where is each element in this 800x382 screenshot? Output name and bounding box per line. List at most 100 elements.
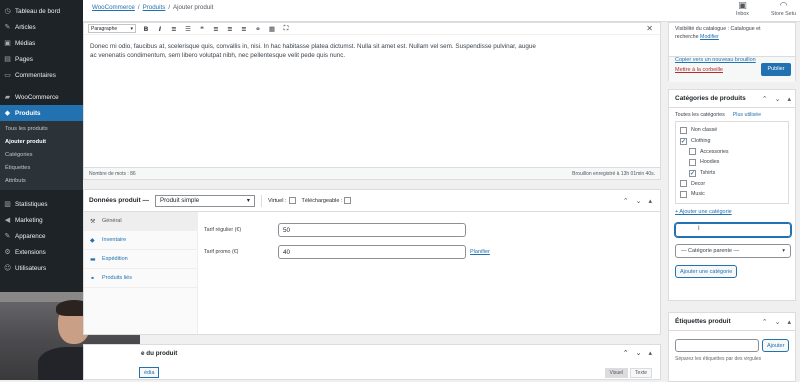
- submenu-item[interactable]: Étiquettes: [0, 162, 83, 175]
- modify-visibility-link[interactable]: Modifier: [700, 34, 719, 40]
- text-cursor-icon: I: [698, 226, 700, 232]
- collapse-icon[interactable]: ▴: [787, 318, 791, 326]
- new-category-input[interactable]: I: [675, 223, 791, 237]
- move-down-icon[interactable]: ⌄: [775, 95, 781, 103]
- wrench-icon: ⚒: [90, 217, 96, 225]
- editor-body[interactable]: Donec mi odio, faucibus at, scelerisque …: [84, 35, 544, 67]
- move-up-icon[interactable]: ⌃: [623, 349, 629, 357]
- sidebar-item-commentaires[interactable]: ▭ Commentaires: [0, 67, 83, 83]
- sidebar-item-extensions[interactable]: ⚙ Extensions: [0, 244, 83, 260]
- move-up-icon[interactable]: ⌃: [623, 197, 629, 205]
- tab-text[interactable]: Texte: [630, 368, 652, 378]
- category-item[interactable]: Hoodies: [680, 157, 784, 168]
- sidebar-item-label: Articles: [15, 23, 36, 31]
- category-checkbox[interactable]: ✓: [689, 169, 696, 177]
- sidebar-item-produits[interactable]: ◆ Produits: [0, 105, 83, 121]
- sidebar-item-woocommerce[interactable]: ▰ WooCommerce: [0, 89, 83, 105]
- tab-visual[interactable]: Visuel: [604, 368, 629, 378]
- italic-icon[interactable]: I: [156, 25, 164, 33]
- move-down-icon[interactable]: ⌄: [636, 197, 642, 205]
- expand-icon[interactable]: ✕: [646, 24, 653, 33]
- product-type-select[interactable]: Produit simple ▾: [154, 194, 255, 207]
- products-submenu: Tous les produits Ajouter produit Catégori…: [0, 121, 83, 190]
- virtual-checkbox[interactable]: [288, 197, 296, 204]
- inbox-icon: ▣: [738, 1, 747, 11]
- add-category-link[interactable]: + Ajouter une catégorie: [669, 204, 795, 215]
- product-type-value: Produit simple: [159, 197, 200, 204]
- sidebar-item-utilisateurs[interactable]: ☺ Utilisateurs: [0, 260, 83, 276]
- category-item[interactable]: ✓ Clothing: [680, 136, 784, 147]
- inbox-button[interactable]: ▣ Inbox: [736, 1, 749, 17]
- sidebar-item-statistiques[interactable]: ▥ Statistiques: [0, 196, 83, 212]
- toolbar-toggle-icon[interactable]: ▦: [268, 25, 276, 33]
- category-checkbox[interactable]: [680, 180, 687, 188]
- truck-icon: ▬: [90, 255, 96, 263]
- virtual-option[interactable]: Virtuel :: [268, 197, 296, 204]
- add-category-button[interactable]: Ajouter une catégorie: [675, 265, 738, 278]
- align-right-icon[interactable]: ≡: [240, 25, 248, 33]
- tags-input[interactable]: [675, 339, 759, 352]
- users-icon: ☺: [4, 263, 12, 272]
- fullscreen-icon[interactable]: ⛶: [282, 24, 290, 33]
- add-tag-button[interactable]: Ajouter: [762, 339, 790, 352]
- category-item[interactable]: Accessories: [680, 146, 784, 157]
- tab-truck[interactable]: ▬ Expédition: [84, 250, 197, 269]
- category-checkbox[interactable]: [689, 148, 696, 156]
- tab-link[interactable]: ⚭ Produits liés: [84, 269, 197, 288]
- link-icon[interactable]: ⚭: [254, 25, 262, 33]
- sidebar-item-m-dias[interactable]: ▣ Médias: [0, 35, 83, 51]
- tab-inventory[interactable]: ◆ Inventaire: [84, 231, 197, 250]
- publish-button[interactable]: Publier: [761, 63, 791, 76]
- breadcrumb-woocommerce[interactable]: WooCommerce: [92, 4, 135, 11]
- sidebar-item-pages[interactable]: ▤ Pages: [0, 51, 83, 67]
- bold-icon[interactable]: B: [142, 25, 150, 33]
- move-up-icon[interactable]: ⌃: [762, 95, 768, 103]
- quote-icon[interactable]: ❝: [198, 25, 206, 33]
- move-down-icon[interactable]: ⌄: [636, 349, 642, 357]
- category-label: Clothing: [691, 138, 711, 145]
- category-checkbox[interactable]: [680, 126, 687, 134]
- copy-draft-link[interactable]: Copier vers un nouveau brouillon: [675, 57, 756, 63]
- align-center-icon[interactable]: ≡: [226, 25, 234, 33]
- sidebar-item-marketing[interactable]: ◀ Marketing: [0, 212, 83, 228]
- tab-most-used[interactable]: Plus utilisée: [733, 112, 761, 118]
- downloadable-option[interactable]: Téléchargeable :: [302, 197, 352, 204]
- parent-category-select[interactable]: — Catégorie parente — ▾: [675, 244, 791, 258]
- downloadable-checkbox[interactable]: [344, 197, 352, 204]
- category-item[interactable]: Non classé: [680, 125, 784, 136]
- numbered-list-icon[interactable]: ☰: [184, 25, 192, 33]
- submenu-item[interactable]: Catégories: [0, 149, 83, 162]
- sale-price-input[interactable]: 40: [278, 245, 466, 259]
- format-select[interactable]: Paragraphe ▾: [88, 24, 136, 33]
- sidebar-item-articles[interactable]: ✎ Articles: [0, 19, 83, 35]
- submenu-item[interactable]: Attributs: [0, 175, 83, 188]
- bullet-list-icon[interactable]: ≡: [170, 25, 178, 33]
- category-checkbox[interactable]: [689, 158, 696, 166]
- store-setup-button[interactable]: ◠ Store Setu: [771, 1, 796, 17]
- collapse-icon[interactable]: ▴: [648, 349, 652, 357]
- submenu-item[interactable]: Ajouter produit: [0, 136, 83, 149]
- breadcrumb-products[interactable]: Produits: [143, 4, 166, 11]
- tab-all-categories[interactable]: Toutes les catégories: [675, 112, 725, 118]
- category-item[interactable]: Music: [680, 189, 784, 200]
- sidebar-item-tableau-de-bord[interactable]: ◷ Tableau de bord: [0, 3, 83, 19]
- move-down-icon[interactable]: ⌄: [775, 318, 781, 326]
- align-left-icon[interactable]: ≡: [212, 25, 220, 33]
- tab-wrench[interactable]: ⚒ Général: [84, 212, 197, 231]
- regular-price-input[interactable]: 50: [278, 223, 466, 237]
- submenu-item[interactable]: Tous les produits: [0, 123, 83, 136]
- progress-icon: ◠: [779, 1, 788, 11]
- move-up-icon[interactable]: ⌃: [762, 318, 768, 326]
- trash-link[interactable]: Mettre à la corbeille: [675, 67, 723, 73]
- category-checkbox[interactable]: ✓: [680, 137, 687, 145]
- collapse-icon[interactable]: ▴: [648, 197, 652, 205]
- category-item[interactable]: ✓ Tshirts: [680, 168, 784, 179]
- category-checkbox[interactable]: [680, 190, 687, 198]
- schedule-link[interactable]: Planifier: [470, 249, 490, 255]
- add-media-button[interactable]: édia: [139, 367, 160, 378]
- sidebar-item-apparence[interactable]: ✎ Apparence: [0, 228, 83, 244]
- dashboard-icon: ◷: [4, 6, 11, 15]
- collapse-icon[interactable]: ▴: [787, 95, 791, 103]
- category-item[interactable]: Decor: [680, 178, 784, 189]
- top-bar: WooCommerce / Produits / Ajouter produit…: [83, 0, 800, 22]
